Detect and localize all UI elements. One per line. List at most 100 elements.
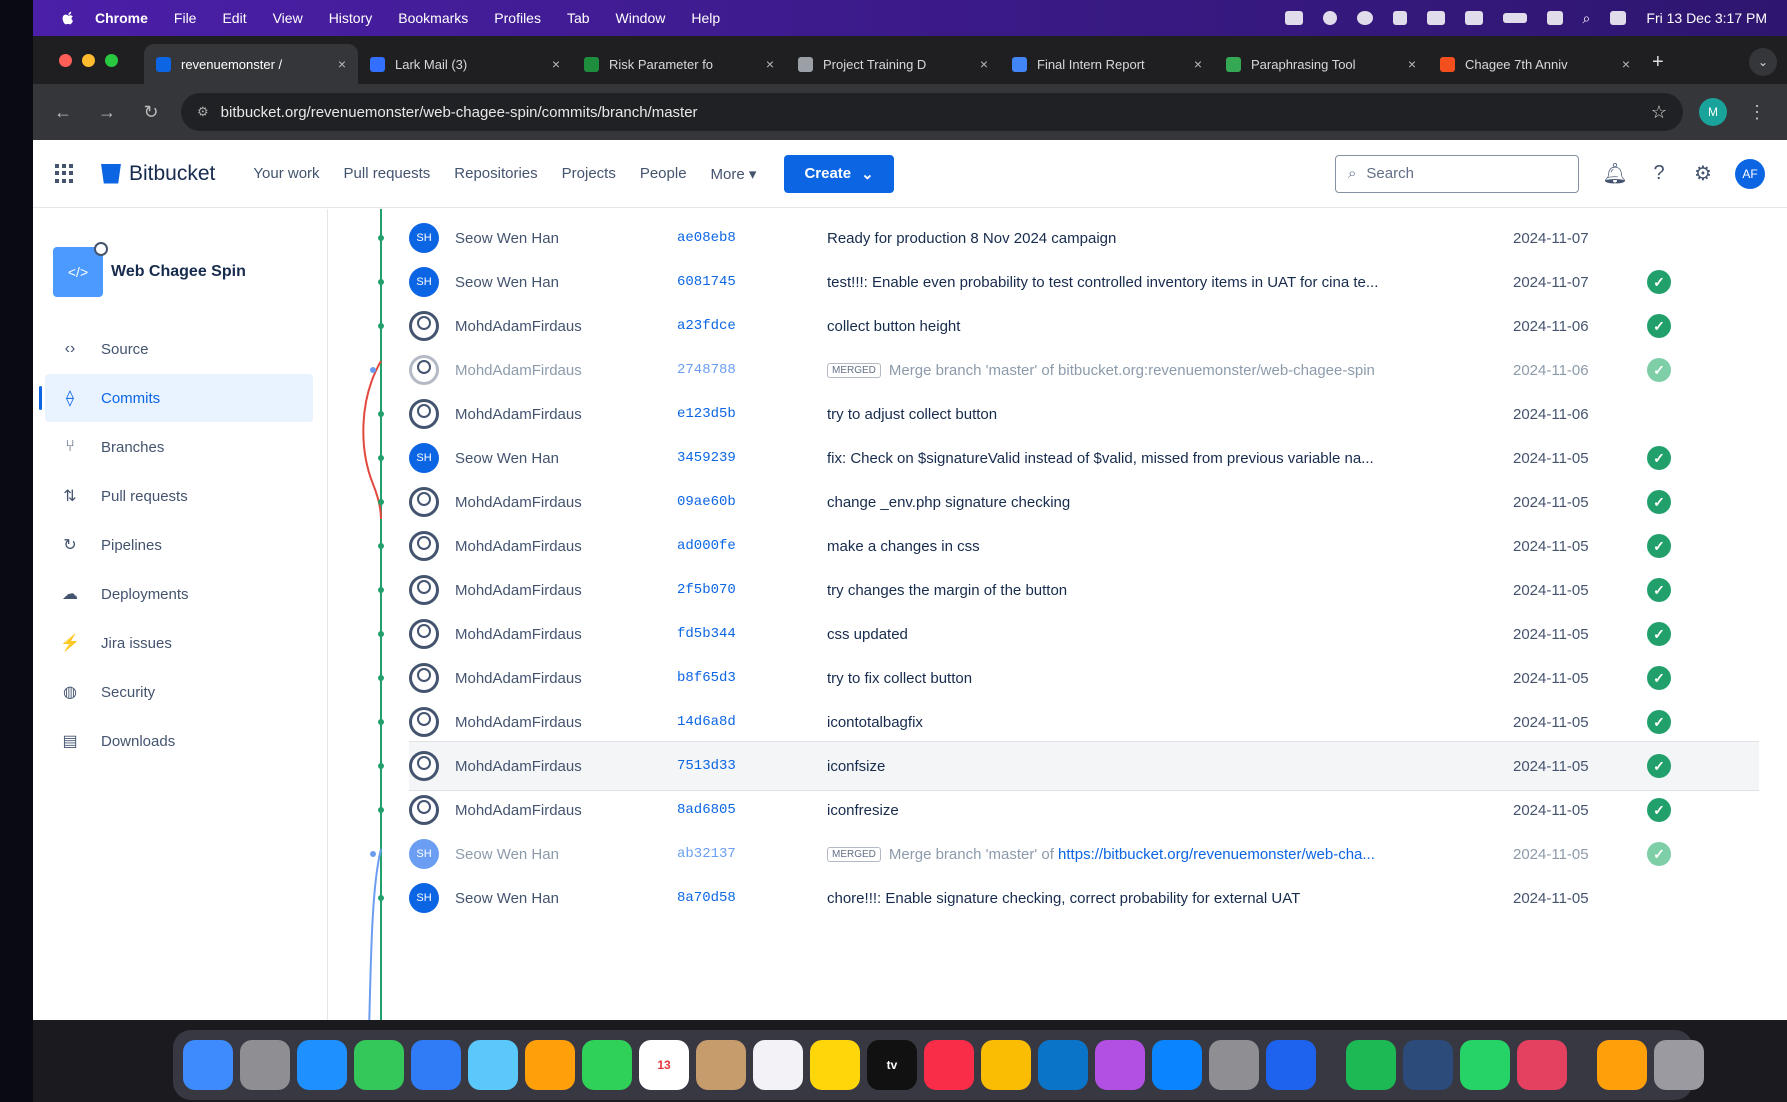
commit-row[interactable]: SH Seow Wen Han ae08eb8 Ready for productio… bbox=[409, 213, 1759, 263]
zoom-window-button[interactable] bbox=[105, 54, 118, 67]
commit-row[interactable]: MohdAdamFirdaus e123d5b try to adjust coll… bbox=[409, 389, 1759, 439]
nav-people[interactable]: People bbox=[640, 165, 687, 182]
sidebar-item-source[interactable]: ‹› Source bbox=[45, 325, 313, 373]
settings-icon[interactable] bbox=[1209, 1040, 1259, 1090]
commit-hash-link[interactable]: 2748788 bbox=[677, 362, 827, 378]
sidebar-item-commits[interactable]: ⟠ Commits bbox=[39, 374, 313, 422]
commit-hash-link[interactable]: a23fdce bbox=[677, 318, 827, 334]
user-avatar[interactable]: AF bbox=[1735, 158, 1765, 189]
commit-row[interactable]: MohdAdamFirdaus 2748788 MERGED Merge branch… bbox=[409, 345, 1759, 395]
messages-icon[interactable] bbox=[354, 1040, 404, 1090]
browser-tab[interactable]: Final Intern Report × bbox=[1000, 44, 1214, 84]
commit-hash-link[interactable]: e123d5b bbox=[677, 406, 827, 422]
commit-row[interactable]: SH Seow Wen Han 3459239 fix: Check on $sign… bbox=[409, 433, 1759, 483]
commit-hash-link[interactable]: ad000fe bbox=[677, 538, 827, 554]
browser-tab[interactable]: Chagee 7th Anniv × bbox=[1428, 44, 1642, 84]
menu-help[interactable]: Help bbox=[691, 10, 720, 26]
tab-search-button[interactable]: ⌄ bbox=[1749, 48, 1777, 76]
sidebar-item-deployments[interactable]: ☁ Deployments bbox=[45, 570, 313, 618]
app-store-icon[interactable] bbox=[1152, 1040, 1202, 1090]
commit-row[interactable]: MohdAdamFirdaus 8ad6805 iconfresize 2024-11… bbox=[409, 785, 1759, 835]
close-tab-icon[interactable]: × bbox=[1194, 56, 1202, 72]
spotify-icon[interactable] bbox=[1346, 1040, 1396, 1090]
build-passed-icon[interactable]: ✓ bbox=[1647, 842, 1671, 866]
commit-hash-link[interactable]: 6081745 bbox=[677, 274, 827, 290]
back-button[interactable]: ← bbox=[49, 98, 77, 126]
documents-icon[interactable] bbox=[1597, 1040, 1647, 1090]
commit-row[interactable]: SH Seow Wen Han 8a70d58 chore!!!: Enable si… bbox=[409, 873, 1759, 923]
browser-tab[interactable]: revenuemonster / × bbox=[144, 44, 358, 84]
finder-icon[interactable] bbox=[183, 1040, 233, 1090]
vscode-icon[interactable] bbox=[1038, 1040, 1088, 1090]
commit-row[interactable]: MohdAdamFirdaus fd5b344 css updated 2024-11… bbox=[409, 609, 1759, 659]
menu-edit[interactable]: Edit bbox=[222, 10, 246, 26]
site-info-icon[interactable]: ⚙ bbox=[197, 104, 209, 120]
close-tab-icon[interactable]: × bbox=[552, 56, 560, 72]
commit-row[interactable]: MohdAdamFirdaus 14d6a8d icontotalbagfix 202… bbox=[409, 697, 1759, 747]
url-text[interactable]: bitbucket.org/revenuemonster/web-chagee-… bbox=[221, 104, 698, 121]
commit-hash-link[interactable]: 2f5b070 bbox=[677, 582, 827, 598]
menu-history[interactable]: History bbox=[329, 10, 373, 26]
commit-row[interactable]: MohdAdamFirdaus a23fdce collect button hei… bbox=[409, 301, 1759, 351]
commit-hash-link[interactable]: 8a70d58 bbox=[677, 890, 827, 906]
facetime-icon[interactable] bbox=[582, 1040, 632, 1090]
commit-hash-link[interactable]: 09ae60b bbox=[677, 494, 827, 510]
commit-row[interactable]: MohdAdamFirdaus 2f5b070 try changes the ma… bbox=[409, 565, 1759, 615]
menu-file[interactable]: File bbox=[174, 10, 197, 26]
browser-tab[interactable]: Project Training D × bbox=[786, 44, 1000, 84]
notes-icon[interactable] bbox=[810, 1040, 860, 1090]
build-passed-icon[interactable]: ✓ bbox=[1647, 666, 1671, 690]
calendar-icon[interactable]: 13 bbox=[639, 1040, 689, 1090]
tray-icon[interactable] bbox=[1356, 11, 1373, 25]
browser-tab[interactable]: Risk Parameter fo × bbox=[572, 44, 786, 84]
sidebar-item-branches[interactable]: ⑂ Branches bbox=[45, 423, 313, 471]
close-window-button[interactable] bbox=[59, 54, 72, 67]
tray-icon[interactable] bbox=[1322, 11, 1337, 25]
close-tab-icon[interactable]: × bbox=[338, 56, 346, 72]
close-tab-icon[interactable]: × bbox=[980, 56, 988, 72]
browser-tab[interactable]: Paraphrasing Tool × bbox=[1214, 44, 1428, 84]
commit-hash-link[interactable]: ae08eb8 bbox=[677, 230, 827, 246]
nav-more[interactable]: More ▾ bbox=[711, 165, 757, 183]
commit-row[interactable]: SH Seow Wen Han 6081745 test!!!: Enable eve… bbox=[409, 257, 1759, 307]
build-passed-icon[interactable]: ✓ bbox=[1647, 754, 1671, 778]
reload-button[interactable]: ↻ bbox=[137, 98, 165, 126]
launchpad-icon[interactable] bbox=[240, 1040, 290, 1090]
battery-icon[interactable] bbox=[1502, 13, 1527, 23]
search-input[interactable]: ⌕ Search bbox=[1335, 154, 1579, 193]
chrome-menu-icon[interactable]: ⋮ bbox=[1743, 98, 1771, 126]
sidebar-item-pull-requests[interactable]: ⇅ Pull requests bbox=[45, 472, 313, 520]
mysql-workbench-icon[interactable] bbox=[1403, 1040, 1453, 1090]
notifications-icon[interactable]: 🔔︎ bbox=[1602, 162, 1627, 186]
sidebar-item-jira-issues[interactable]: ⚡ Jira issues bbox=[45, 619, 313, 667]
build-passed-icon[interactable]: ✓ bbox=[1647, 490, 1671, 514]
build-passed-icon[interactable]: ✓ bbox=[1647, 710, 1671, 734]
build-passed-icon[interactable]: ✓ bbox=[1647, 446, 1671, 470]
commit-hash-link[interactable]: 14d6a8d bbox=[677, 714, 827, 730]
commit-hash-link[interactable]: fd5b344 bbox=[677, 626, 827, 642]
menu-view[interactable]: View bbox=[273, 10, 303, 26]
nav-repositories[interactable]: Repositories bbox=[454, 165, 537, 182]
build-passed-icon[interactable]: ✓ bbox=[1647, 798, 1671, 822]
forward-button[interactable]: → bbox=[93, 98, 121, 126]
whatsapp-icon[interactable] bbox=[1460, 1040, 1510, 1090]
nav-your-work[interactable]: Your work bbox=[253, 165, 319, 182]
build-passed-icon[interactable]: ✓ bbox=[1647, 534, 1671, 558]
clock[interactable]: Fri 13 Dec 3:17 PM bbox=[1646, 10, 1767, 26]
wps-icon[interactable] bbox=[1517, 1040, 1567, 1090]
tray-icon[interactable] bbox=[1284, 11, 1303, 25]
build-passed-icon[interactable]: ✓ bbox=[1647, 578, 1671, 602]
commit-hash-link[interactable]: 3459239 bbox=[677, 450, 827, 466]
commit-message-link[interactable]: https://bitbucket.org/revenuemonster/web… bbox=[1058, 846, 1375, 863]
spotlight-icon[interactable]: ⌕ bbox=[1583, 10, 1591, 27]
control-center-icon[interactable] bbox=[1610, 11, 1627, 25]
sidebar-item-pipelines[interactable]: ↻ Pipelines bbox=[45, 521, 313, 569]
commit-row[interactable]: MohdAdamFirdaus 09ae60b change _env.php si… bbox=[409, 477, 1759, 527]
commit-row[interactable]: MohdAdamFirdaus b8f65d3 try to fix collect… bbox=[409, 653, 1759, 703]
new-tab-button[interactable]: + bbox=[1642, 51, 1678, 84]
wifi-icon[interactable] bbox=[1546, 11, 1563, 25]
sidebar-item-security[interactable]: ◍ Security bbox=[45, 668, 313, 716]
commit-hash-link[interactable]: b8f65d3 bbox=[677, 670, 827, 686]
tv-icon[interactable]: tv bbox=[867, 1040, 917, 1090]
contacts-icon[interactable] bbox=[696, 1040, 746, 1090]
